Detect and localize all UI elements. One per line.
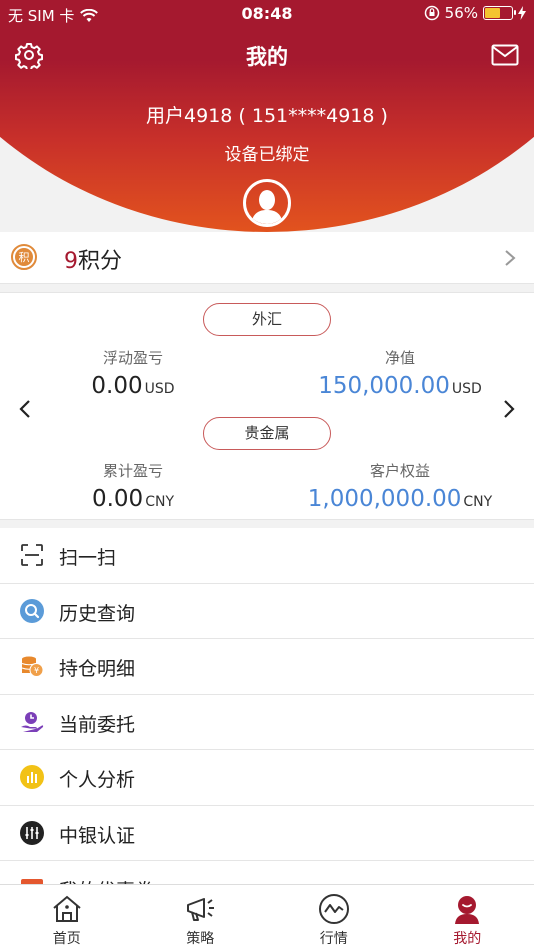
battery-percent: 56%	[444, 4, 478, 22]
chevron-left-icon[interactable]	[18, 399, 32, 419]
device-binding-status: 设备已绑定	[224, 145, 310, 165]
account-summary-card: 外汇 浮动盈亏 净值 0.00 USD 150,000.00 USD 贵金属 累计盈…	[0, 292, 534, 520]
points-label: 积分	[78, 249, 123, 274]
menu-item-label: 当前委托	[59, 713, 136, 736]
net-value-unit: USD	[451, 381, 482, 397]
client-equity-unit: CNY	[463, 494, 493, 510]
net-value-label: 净值	[384, 349, 415, 367]
floating-pl-value: 0.00 USD	[3, 373, 263, 399]
points-icon-char: 积	[15, 248, 33, 266]
menu-item-analysis[interactable]: 个人分析	[0, 750, 534, 806]
tab-label: 我的	[453, 931, 482, 947]
battery-level	[485, 8, 500, 18]
chart-line-icon	[318, 894, 349, 924]
points-value: 9	[64, 249, 78, 274]
user-name: 用户4918 ( 151****4918 )	[146, 105, 388, 127]
home-icon	[53, 895, 81, 922]
menu-item-label: 持仓明细	[59, 658, 136, 680]
tab-bar: 首页 策略 行情 我的	[0, 884, 534, 950]
battery-icon	[483, 6, 516, 20]
menu-item-orders[interactable]: 当前委托	[0, 694, 534, 750]
chevron-right-icon	[505, 250, 516, 266]
floating-pl-unit: USD	[144, 381, 175, 397]
menu-item-label: 扫一扫	[59, 547, 117, 569]
svg-text:¥: ¥	[34, 666, 39, 675]
cumulative-pl-label: 累计盈亏	[102, 462, 163, 480]
tab-mine[interactable]: 我的	[401, 885, 534, 950]
floating-pl-amount: 0.00	[91, 373, 143, 399]
tab-home[interactable]: 首页	[0, 885, 134, 950]
hand-clock-icon	[21, 711, 44, 732]
menu-item-label: 中银认证	[59, 824, 136, 847]
net-value-value: 150,000.00 USD	[270, 373, 530, 399]
floating-pl-label: 浮动盈亏	[102, 349, 163, 367]
user-silhouette-icon	[251, 190, 283, 224]
top-bar: 我的	[0, 36, 534, 76]
tab-market[interactable]: 行情	[267, 885, 401, 950]
charging-icon	[518, 6, 526, 20]
client-equity-amount: 1,000,000.00	[307, 486, 462, 512]
points-row[interactable]: 积 9积分	[0, 232, 534, 284]
net-value-amount: 150,000.00	[318, 373, 450, 399]
profile-header: 无 SIM 卡 08:48 56% 我的 用户4918 (151****491…	[0, 0, 534, 232]
status-bar: 无 SIM 卡 08:48 56%	[0, 0, 534, 28]
profile-screen: 无 SIM 卡 08:48 56% 我的 用户4918 (151****491…	[0, 0, 534, 950]
coins-icon: ¥	[21, 656, 44, 677]
equalizer-icon	[20, 820, 44, 845]
search-history-icon	[20, 598, 44, 623]
points-summary: 9积分	[64, 243, 122, 275]
menu-item-positions[interactable]: ¥ 持仓明细	[0, 639, 534, 695]
profile-icon	[455, 896, 480, 924]
page-title: 我的	[246, 45, 288, 69]
status-bar-right: 56%	[424, 4, 526, 22]
scan-icon	[21, 544, 43, 566]
menu-item-label: 个人分析	[59, 769, 136, 791]
cumulative-pl-value: 0.00 CNY	[3, 486, 263, 512]
menu-item-scan[interactable]: 扫一扫	[0, 528, 534, 584]
client-equity-label: 客户权益	[369, 462, 430, 480]
menu-item-history[interactable]: 历史查询	[0, 583, 534, 639]
rotation-lock-icon	[424, 5, 439, 21]
cumulative-pl-amount: 0.00	[91, 486, 144, 512]
precious-metal-tag[interactable]: 贵金属	[203, 417, 331, 450]
bar-chart-icon	[20, 765, 44, 789]
menu-item-boc-auth[interactable]: 中银认证	[0, 805, 534, 861]
tab-label: 行情	[319, 931, 348, 947]
forex-tag[interactable]: 外汇	[203, 303, 331, 336]
megaphone-icon	[187, 898, 215, 921]
avatar[interactable]	[243, 179, 291, 227]
menu-list: 扫一扫 历史查询 ¥ 持仓明细 当前委托 个人分析 中银认证	[0, 528, 534, 917]
tab-label: 首页	[52, 931, 81, 947]
menu-item-label: 历史查询	[59, 602, 136, 625]
chevron-right-icon[interactable]	[502, 399, 516, 419]
tab-strategy[interactable]: 策略	[134, 885, 268, 950]
tab-label: 策略	[186, 931, 215, 947]
cumulative-pl-unit: CNY	[145, 494, 175, 510]
mail-icon[interactable]	[491, 43, 519, 67]
points-icon: 积	[11, 244, 37, 270]
client-equity-value: 1,000,000.00 CNY	[270, 486, 530, 512]
